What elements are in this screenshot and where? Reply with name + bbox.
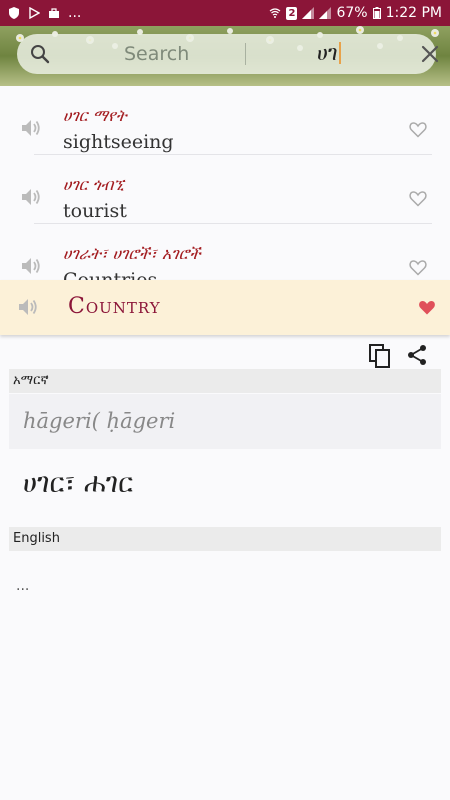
heart-outline-icon[interactable] [409,121,427,138]
search-icon[interactable] [30,44,50,64]
more-notifications: ... [68,5,82,21]
bag-icon [49,8,59,18]
result-amharic: ሀገራት፣ ሀገሮች፣ አገሮች [63,244,201,263]
clock: 1:22 PM [385,5,442,21]
transliteration-box: hāgeri( ḥāgeri [9,394,441,449]
amharic-word-box: ሀገር፣ ሐገር [9,450,441,520]
sim-badge: 2 [286,6,298,20]
share-icon[interactable] [406,344,428,366]
signal-icon [302,7,315,19]
text-caret [338,42,341,64]
speaker-icon[interactable] [21,256,43,276]
clear-icon[interactable] [421,45,439,63]
list-item[interactable]: ሀገራት፣ ሀገሮች፣ አገሮች Countries [0,224,450,280]
heart-filled-icon[interactable] [418,299,436,316]
speaker-icon[interactable] [21,118,43,138]
battery-icon [372,7,381,19]
transliteration: hāgeri( ḥāgeri [23,409,176,433]
heart-outline-icon[interactable] [409,190,427,207]
english-content: ... [16,578,30,594]
search-placeholder: Search [124,43,190,65]
speaker-icon[interactable] [21,187,43,207]
list-item[interactable]: ሀገር ማየት sightseeing [0,86,450,155]
wifi-icon [270,8,281,18]
signal-icon-2 [319,7,332,19]
amharic-section-header: አማርኛ [9,369,441,393]
list-item[interactable]: ሀገር ጎብኚ tourist [0,155,450,224]
amharic-word: ሀገር፣ ሐገር [23,468,133,499]
result-english: sightseeing [63,131,174,153]
result-amharic: ሀገር ማየት [63,106,127,125]
selected-word-bar: Country [0,280,450,335]
result-english: tourist [63,200,127,222]
results-list: ሀገር ማየት sightseeing ሀገር ጎብኚ tourist ሀገራት… [0,86,450,280]
speaker-icon[interactable] [18,297,40,317]
selected-word: Country [68,294,161,319]
heart-outline-icon[interactable] [409,259,427,276]
play-store-icon [29,7,40,19]
result-amharic: ሀገር ጎብኚ [63,175,124,194]
search-input[interactable]: ሀገ [317,41,341,66]
english-section-header: English [9,527,441,551]
search-bar[interactable]: Search ሀገ [17,34,439,74]
search-divider [245,43,246,65]
shield-icon [9,7,19,19]
status-bar: ... 2 67% 1:22 PM [0,0,450,26]
search-input-text: ሀገ [317,41,338,65]
copy-icon[interactable] [369,344,391,368]
result-english: Countries [63,269,158,280]
battery-percent: 67% [336,5,368,21]
